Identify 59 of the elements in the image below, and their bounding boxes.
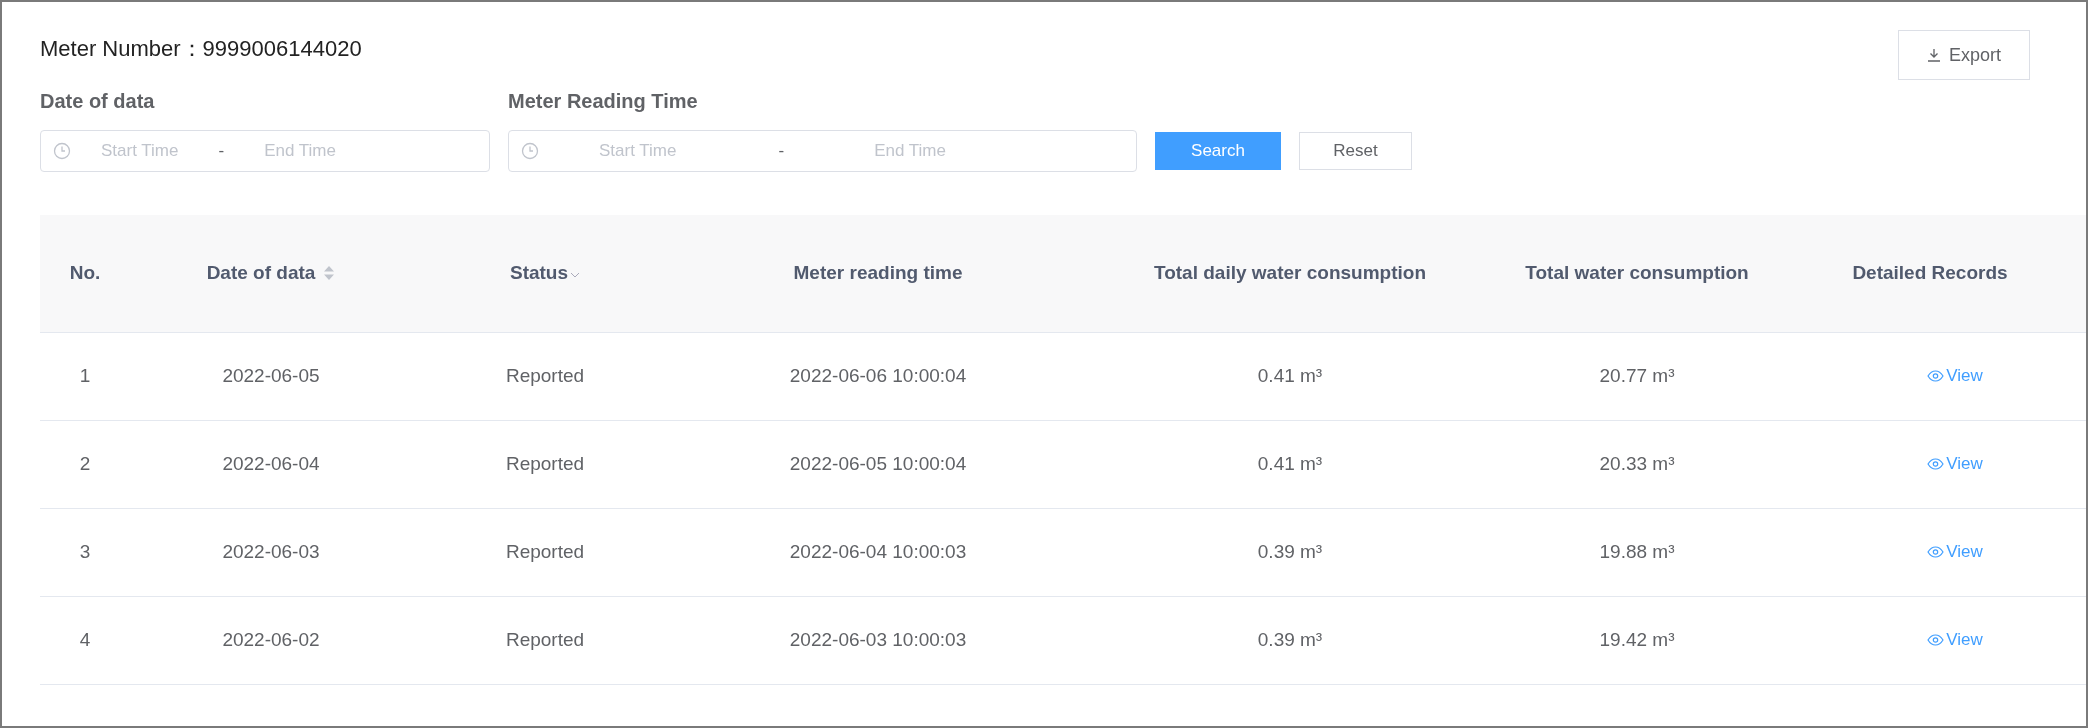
table-cell: 4 xyxy=(79,628,91,650)
column-header: Total daily water consumption xyxy=(1154,261,1426,286)
view-link[interactable]: View xyxy=(1877,451,1983,477)
table-cell: 3 xyxy=(79,540,91,562)
date-range-field[interactable]: Start Time - End Time xyxy=(508,130,1137,172)
column-header: Meter reading time xyxy=(793,261,963,286)
view-link[interactable]: View xyxy=(1877,363,1983,389)
column-header: Date of data xyxy=(206,261,316,286)
table-cell: 0.39 m³ xyxy=(1257,628,1323,650)
export-button[interactable]: Export xyxy=(1897,30,2030,80)
eye-icon xyxy=(1927,369,1945,382)
table-cell: 2 xyxy=(79,452,91,474)
meter-number-value: 9999006144020 xyxy=(202,35,362,63)
start-time-placeholder: Start Time xyxy=(599,140,677,163)
table-cell: 2022-06-06 10:00:04 xyxy=(789,364,967,386)
meter-number-label: Meter Number： xyxy=(40,35,203,63)
eye-icon xyxy=(1927,633,1945,646)
table-cell: 20.33 m³ xyxy=(1599,452,1675,474)
end-time-placeholder: End Time xyxy=(874,140,946,163)
table-cell: 2022-06-03 10:00:03 xyxy=(789,628,967,650)
eye-icon xyxy=(1927,457,1945,470)
table-cell: 0.41 m³ xyxy=(1257,364,1323,386)
chevron-down-icon[interactable] xyxy=(570,272,581,279)
table-cell: 20.77 m³ xyxy=(1599,364,1675,386)
start-time-placeholder: Start Time xyxy=(101,140,179,163)
eye-icon xyxy=(1927,545,1945,558)
table-cell: 2022-06-04 10:00:03 xyxy=(789,540,967,562)
sort-icon[interactable] xyxy=(323,265,336,282)
column-header: No. xyxy=(69,261,101,286)
table-cell: Reported xyxy=(505,364,585,386)
column-header: Total water consumption xyxy=(1524,261,1750,286)
range-separator: - xyxy=(778,140,785,163)
table-cell: 1 xyxy=(79,364,91,386)
search-button[interactable]: Search xyxy=(1155,132,1281,170)
table-cell: 2022-06-04 xyxy=(222,452,320,474)
view-link[interactable]: View xyxy=(1877,539,1983,565)
date-range-field[interactable]: Start Time - End Time xyxy=(40,130,490,172)
clock-icon xyxy=(521,142,539,160)
table-cell: Reported xyxy=(505,452,585,474)
table-cell: 2022-06-02 xyxy=(222,628,320,650)
table-cell: 19.42 m³ xyxy=(1599,628,1675,650)
table-cell: 2022-06-03 xyxy=(222,540,320,562)
table-cell: 2022-06-05 10:00:04 xyxy=(789,452,967,474)
table-cell: Reported xyxy=(505,628,585,650)
download-icon xyxy=(1926,48,1941,62)
table-cell: Reported xyxy=(505,540,585,562)
range-separator: - xyxy=(218,140,225,163)
column-header: Status xyxy=(509,261,569,286)
filter-label: Meter Reading Time xyxy=(508,89,699,114)
column-header: Detailed Records xyxy=(1852,261,2008,286)
reset-button[interactable]: Reset xyxy=(1299,132,1412,170)
end-time-placeholder: End Time xyxy=(264,140,336,163)
table-cell: 0.39 m³ xyxy=(1257,540,1323,562)
filter-label: Date of data xyxy=(40,89,156,114)
view-link[interactable]: View xyxy=(1877,627,1983,653)
table-cell: 2022-06-05 xyxy=(222,364,320,386)
table-cell: 19.88 m³ xyxy=(1599,540,1675,562)
clock-icon xyxy=(53,142,71,160)
table-cell: 0.41 m³ xyxy=(1257,452,1323,474)
